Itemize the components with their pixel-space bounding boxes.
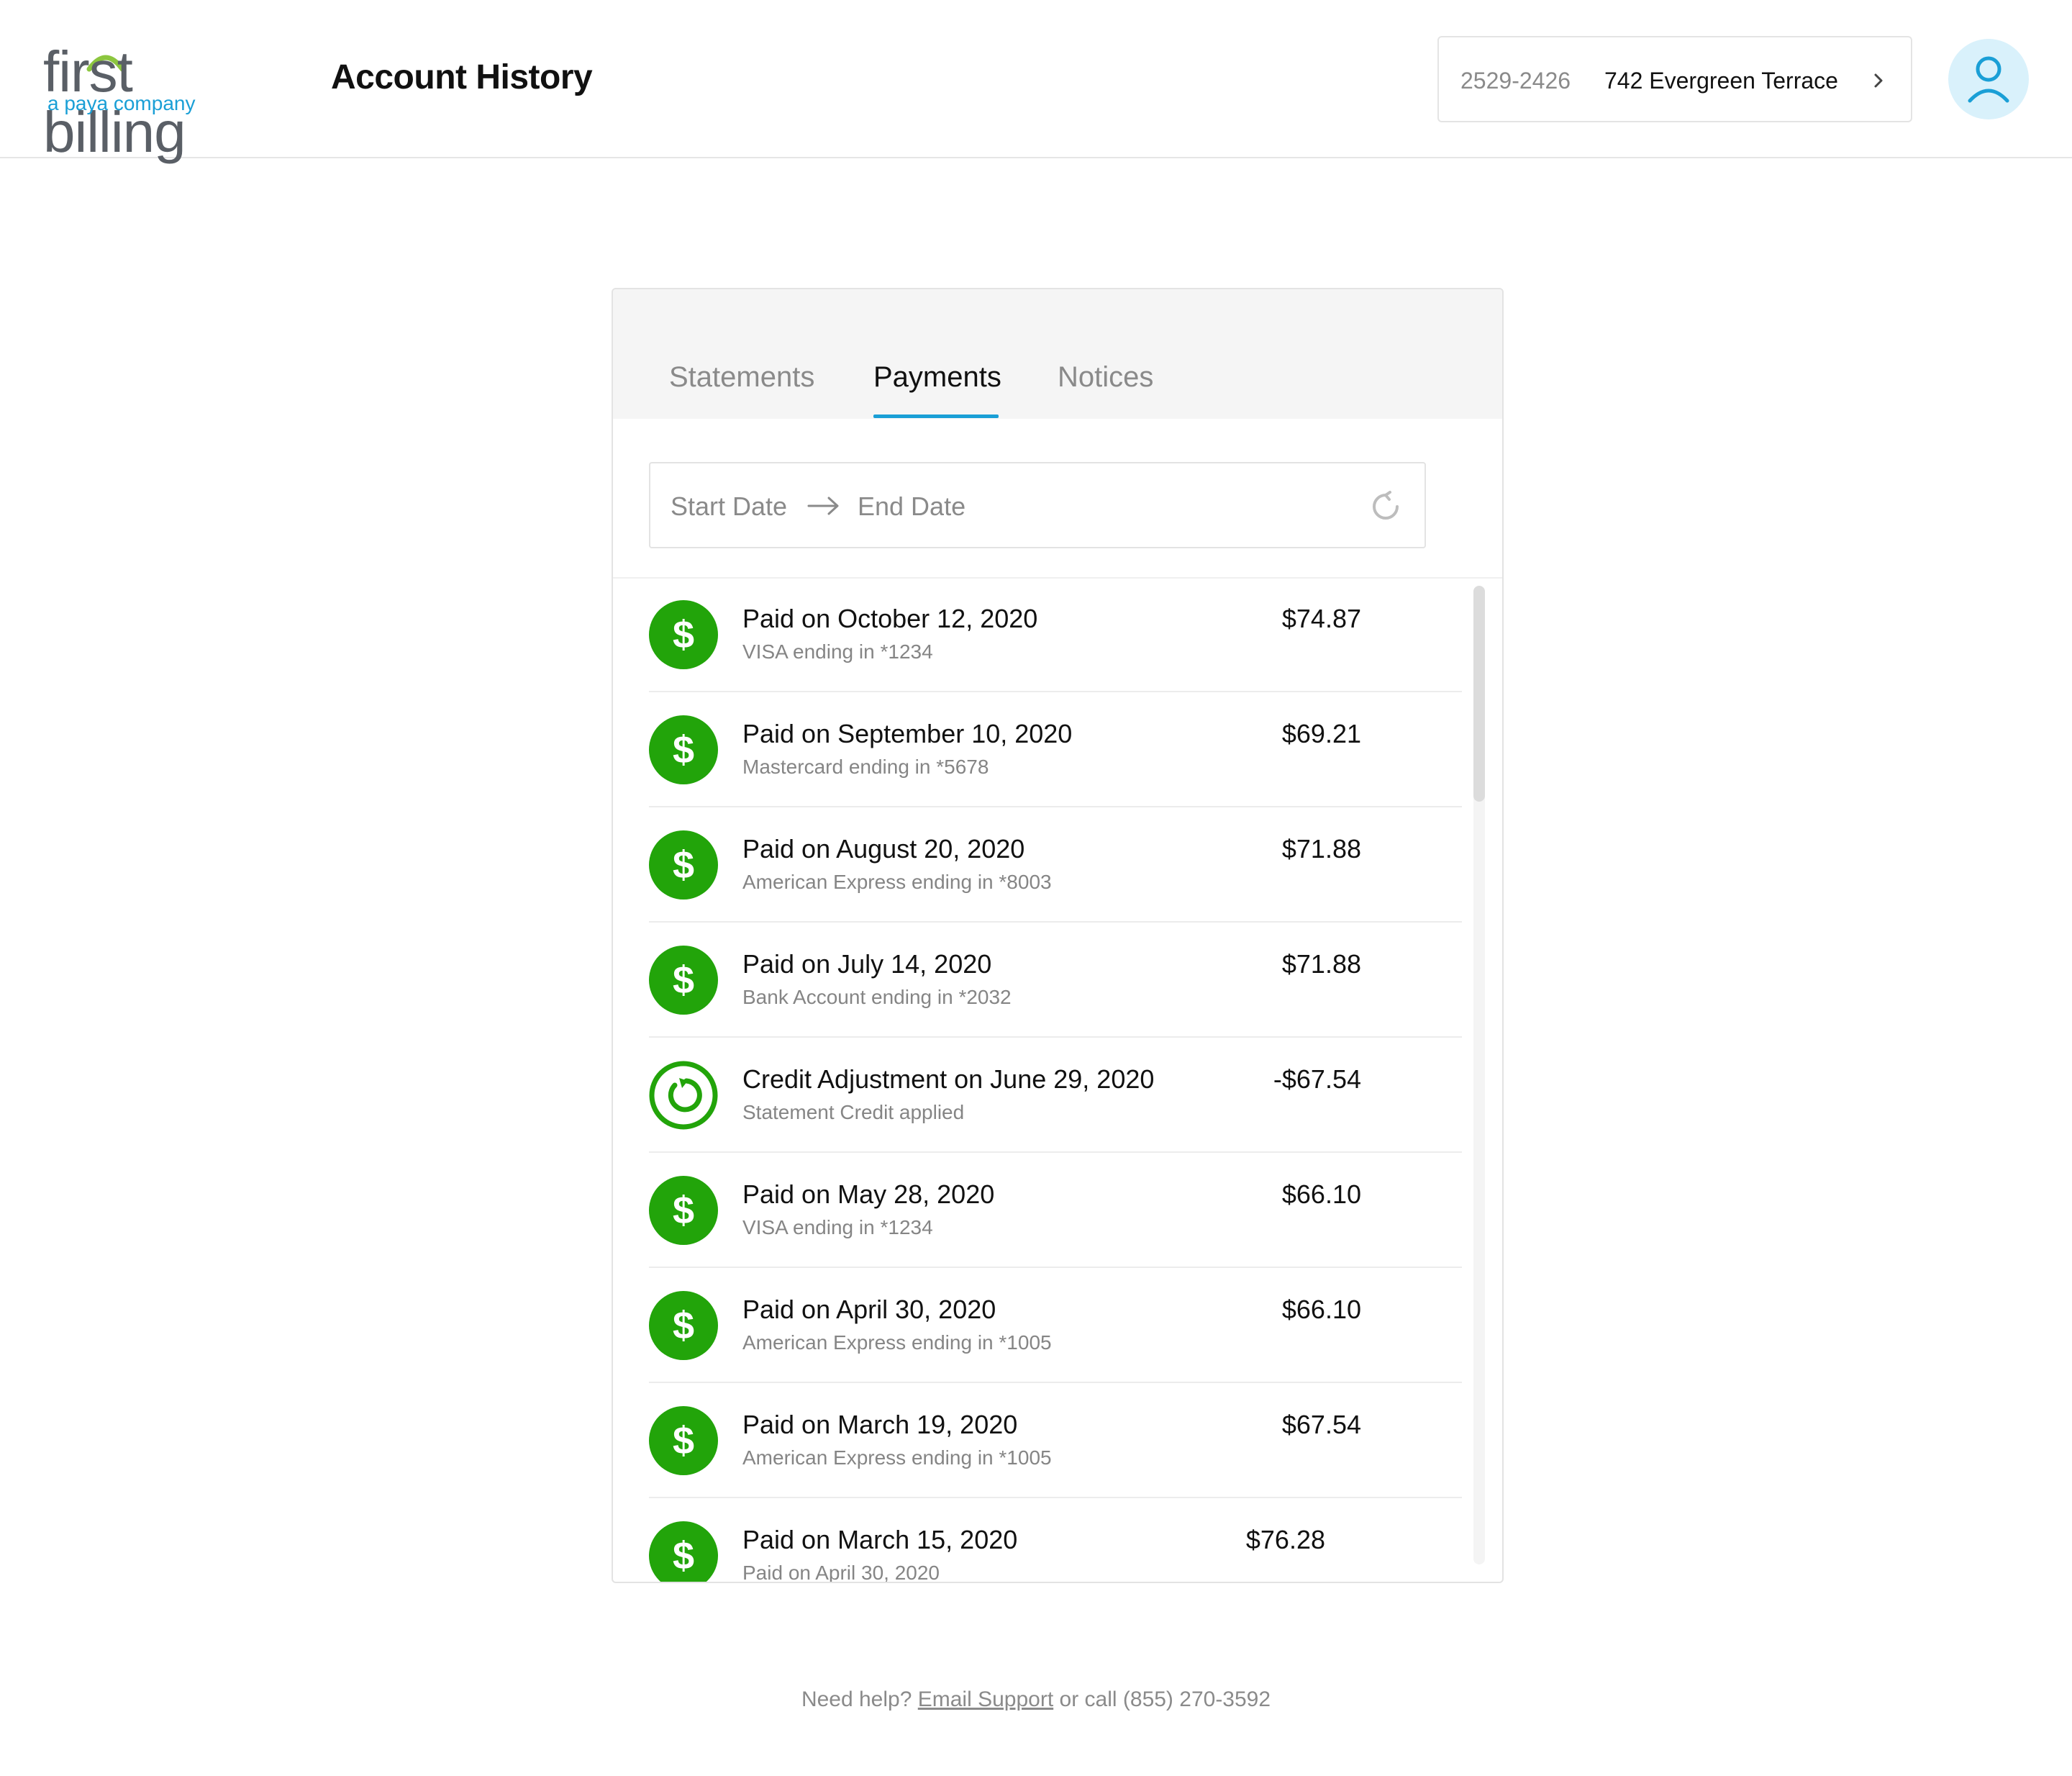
transaction-subtitle: American Express ending in *1005 xyxy=(742,1446,1052,1469)
email-support-link[interactable]: Email Support xyxy=(918,1687,1053,1711)
svg-text:$: $ xyxy=(673,728,694,771)
transaction-subtitle: American Express ending in *1005 xyxy=(742,1331,1052,1354)
active-tab-indicator xyxy=(873,414,999,418)
tab-bar: Statements Payments Notices xyxy=(613,289,1502,419)
transaction-amount: $66.10 xyxy=(1281,1295,1361,1324)
account-history-card: Statements Payments Notices Start Date E… xyxy=(612,288,1504,1583)
transaction-row[interactable]: $ Paid on April 30, 2020 American Express … xyxy=(649,1268,1462,1383)
transaction-title: Paid on April 30, 2020 xyxy=(742,1295,996,1324)
transaction-title: Paid on March 19, 2020 xyxy=(742,1410,1018,1439)
transaction-title: Paid on September 10, 2020 xyxy=(742,719,1073,748)
chevron-right-icon xyxy=(1874,73,1883,88)
transaction-amount: $74.87 xyxy=(1281,604,1361,633)
user-avatar-button[interactable] xyxy=(1948,39,2029,119)
page-title: Account History xyxy=(331,58,593,96)
svg-text:$: $ xyxy=(673,1189,694,1232)
account-address: 742 Evergreen Terrace xyxy=(1604,68,1838,94)
transaction-title: Paid on July 14, 2020 xyxy=(742,949,992,979)
transaction-row[interactable]: $ Paid on March 19, 2020 American Express … xyxy=(649,1383,1462,1498)
svg-text:$: $ xyxy=(673,1419,694,1462)
transaction-row[interactable]: $ Paid on July 14, 2020 Bank Account endin… xyxy=(649,923,1462,1038)
transaction-amount: $76.28 xyxy=(1245,1525,1325,1554)
transaction-amount: $71.88 xyxy=(1281,834,1361,864)
transaction-title: Paid on October 12, 2020 xyxy=(742,604,1038,633)
logo-subtitle: a paya company xyxy=(47,92,196,114)
transaction-amount: $66.10 xyxy=(1281,1179,1361,1209)
transaction-row[interactable]: Credit Adjustment on June 29, 2020 Statem… xyxy=(649,1038,1462,1153)
first-billing-logo[interactable]: first billing a paya company xyxy=(43,42,288,163)
transaction-subtitle: Bank Account ending in *2032 xyxy=(742,986,1012,1008)
dollar-circle-icon: $ xyxy=(649,946,718,1015)
transaction-title: Credit Adjustment on June 29, 2020 xyxy=(742,1064,1155,1094)
transaction-row[interactable]: $ Paid on May 28, 2020 VISA ending in *123… xyxy=(649,1153,1462,1268)
arrow-right-icon xyxy=(807,497,839,515)
transaction-amount: $67.54 xyxy=(1281,1410,1361,1439)
transaction-list[interactable]: $ Paid on October 12, 2020 VISA ending in … xyxy=(649,577,1462,1583)
svg-text:$: $ xyxy=(673,613,694,656)
transaction-subtitle: Statement Credit applied xyxy=(742,1101,965,1123)
date-range-picker[interactable]: Start Date End Date xyxy=(649,462,1426,548)
transaction-subtitle: Mastercard ending in *5678 xyxy=(742,756,989,778)
svg-text:$: $ xyxy=(673,843,694,887)
svg-text:$: $ xyxy=(673,959,694,1002)
tab-payments[interactable]: Payments xyxy=(873,358,1001,396)
dollar-circle-icon: $ xyxy=(649,1406,718,1475)
help-prefix: Need help? xyxy=(801,1687,912,1711)
dollar-circle-icon: $ xyxy=(649,1521,718,1582)
help-footer: Need help? Email Support or call (855) 2… xyxy=(0,1685,2072,1714)
app-header: first billing a paya company Account His… xyxy=(0,0,2072,163)
end-date-input[interactable]: End Date xyxy=(858,491,965,522)
tab-notices[interactable]: Notices xyxy=(1058,358,1153,396)
transaction-title: Paid on March 15, 2020 xyxy=(742,1525,1018,1554)
transaction-subtitle: Paid on April 30, 2020 xyxy=(742,1562,940,1583)
user-icon xyxy=(1968,56,2009,103)
refresh-circle-icon xyxy=(649,1061,718,1130)
account-selector[interactable]: 2529-2426 742 Evergreen Terrace xyxy=(1437,36,1912,122)
transaction-title: Paid on May 28, 2020 xyxy=(742,1179,995,1209)
scrollbar-thumb[interactable] xyxy=(1473,586,1485,802)
tab-statements[interactable]: Statements xyxy=(669,358,814,396)
transaction-amount: -$67.54 xyxy=(1273,1064,1361,1094)
dollar-circle-icon: $ xyxy=(649,1176,718,1245)
account-number: 2529-2426 xyxy=(1460,68,1571,94)
transaction-subtitle: VISA ending in *1234 xyxy=(742,640,933,663)
transaction-row[interactable]: $ Paid on October 12, 2020 VISA ending in … xyxy=(649,577,1462,692)
dollar-circle-icon: $ xyxy=(649,1291,718,1360)
transaction-subtitle: American Express ending in *8003 xyxy=(742,871,1052,893)
transaction-row[interactable]: $ Paid on March 15, 2020 Paid on April 30,… xyxy=(649,1498,1426,1583)
start-date-input[interactable]: Start Date xyxy=(671,491,787,522)
svg-text:$: $ xyxy=(673,1304,694,1347)
dollar-circle-icon: $ xyxy=(649,830,718,900)
reset-icon[interactable] xyxy=(1370,491,1401,522)
svg-text:$: $ xyxy=(673,1534,694,1577)
transaction-amount: $71.88 xyxy=(1281,949,1361,979)
scrollbar[interactable] xyxy=(1473,586,1485,1564)
transaction-title: Paid on August 20, 2020 xyxy=(742,834,1025,864)
transaction-row[interactable]: $ Paid on September 10, 2020 Mastercard en… xyxy=(649,692,1462,807)
transaction-row[interactable]: $ Paid on August 20, 2020 American Express… xyxy=(649,807,1462,923)
dollar-circle-icon: $ xyxy=(649,715,718,784)
transaction-subtitle: VISA ending in *1234 xyxy=(742,1216,933,1238)
help-phone: or call (855) 270-3592 xyxy=(1059,1687,1271,1711)
transaction-amount: $69.21 xyxy=(1281,719,1361,748)
dollar-circle-icon: $ xyxy=(649,600,718,669)
